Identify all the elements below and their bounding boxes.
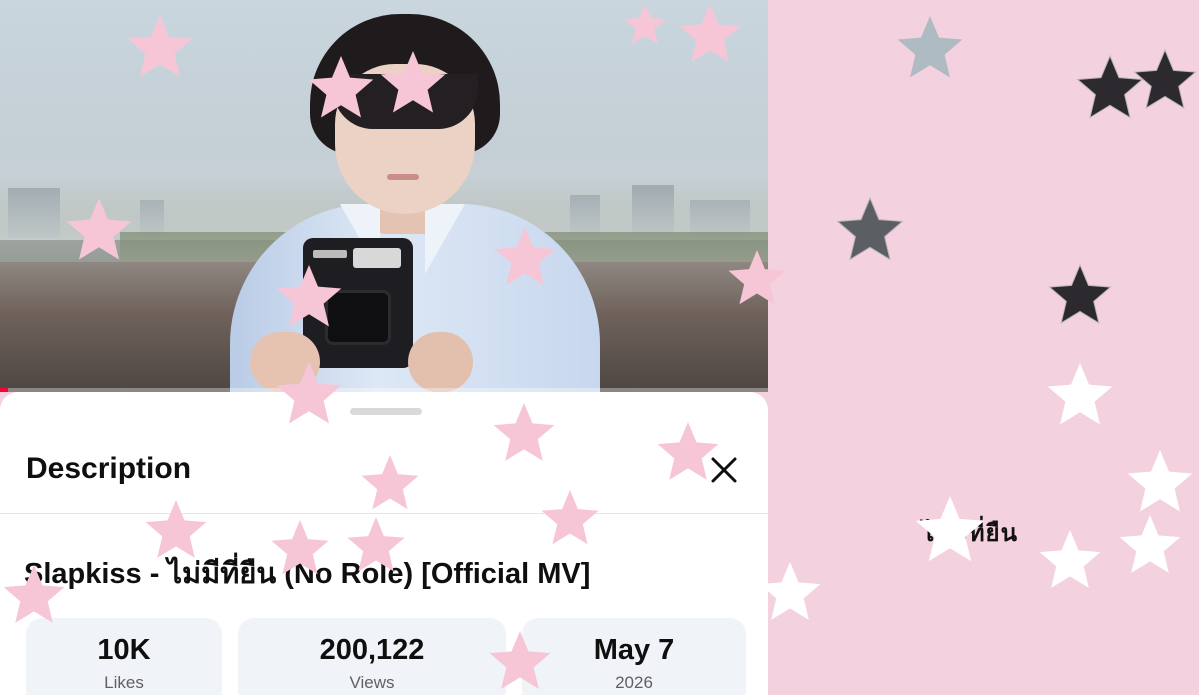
video-progress-fill <box>0 388 8 392</box>
camera-brand-plate <box>313 250 347 258</box>
star-icon <box>308 56 374 118</box>
camera-flash <box>353 248 401 268</box>
star-icon <box>728 250 786 305</box>
views-stat: 200,122 Views <box>238 618 506 695</box>
mouth <box>387 174 419 180</box>
star-icon <box>679 4 741 62</box>
star-icon <box>541 490 599 545</box>
star-icon <box>347 517 405 572</box>
star-icon <box>271 520 329 575</box>
views-count: 200,122 <box>319 634 425 666</box>
star-icon <box>66 198 132 260</box>
star-icon <box>897 16 963 78</box>
drag-handle[interactable] <box>350 408 422 415</box>
star-icon <box>759 562 821 620</box>
star-icon <box>915 496 985 562</box>
star-icon <box>1133 48 1197 109</box>
collar <box>425 204 465 274</box>
star-icon <box>624 4 666 44</box>
star-icon <box>493 403 555 461</box>
star-icon <box>1039 530 1101 588</box>
date-stat: May 7 2026 <box>522 618 746 695</box>
star-icon <box>1127 450 1193 512</box>
right-hand <box>408 332 473 392</box>
star-icon <box>276 362 342 424</box>
star-icon <box>3 565 65 623</box>
publish-date: May 7 <box>593 634 675 666</box>
likes-count: 10K <box>97 634 151 666</box>
star-icon <box>1048 263 1112 324</box>
star-icon <box>380 51 446 113</box>
star-icon <box>145 500 207 558</box>
star-icon <box>836 196 904 261</box>
likes-label: Likes <box>104 673 144 692</box>
star-icon <box>1119 515 1181 573</box>
star-icon <box>657 422 719 480</box>
star-icon <box>276 265 342 327</box>
star-icon <box>494 227 556 285</box>
star-icon <box>127 15 193 77</box>
likes-stat: 10K Likes <box>26 618 222 695</box>
star-icon <box>1047 363 1113 425</box>
publish-year: 2026 <box>615 673 653 692</box>
sheet-title: Description <box>26 452 192 485</box>
star-icon <box>489 631 551 689</box>
star-icon <box>361 455 419 510</box>
views-label: Views <box>349 673 395 692</box>
